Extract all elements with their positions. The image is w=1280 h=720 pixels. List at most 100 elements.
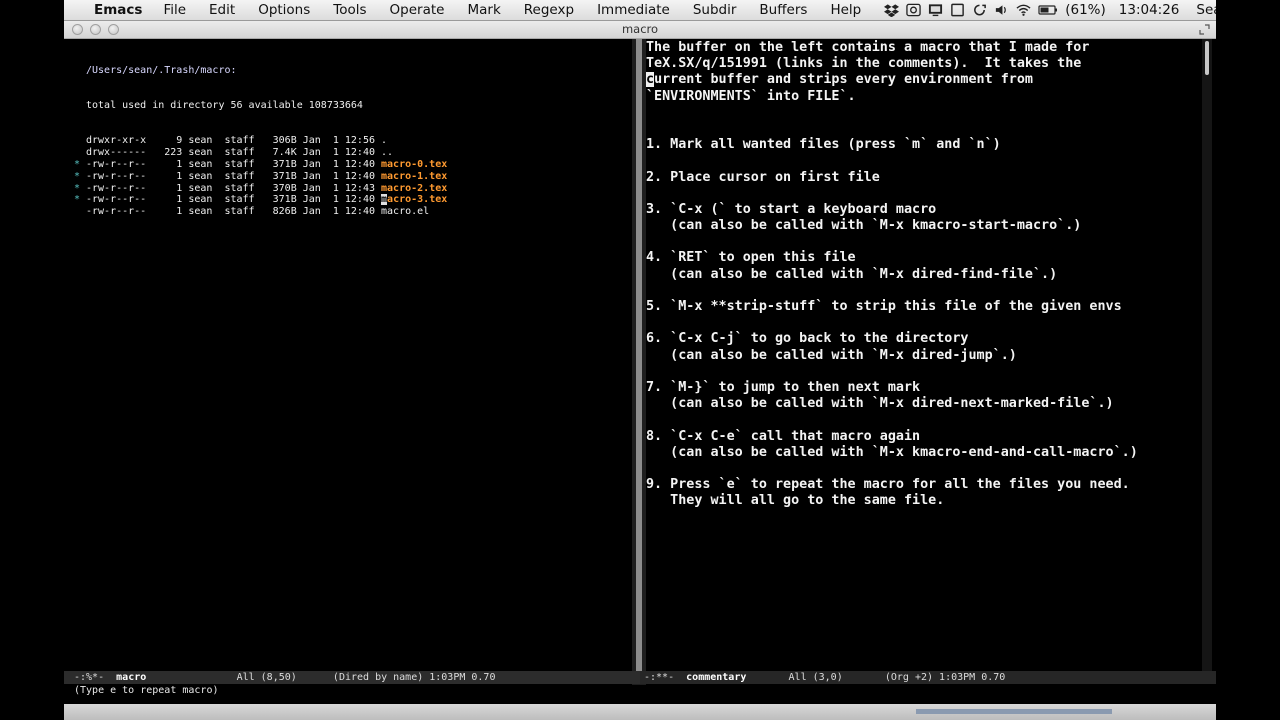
dired-pane[interactable]: /Users/sean/.Trash/macro: total used in … <box>64 39 640 671</box>
menu-regexp[interactable]: Regexp <box>524 2 574 18</box>
status-area: (61%) 13:04:26 Sean Allred <box>884 2 1216 18</box>
file-attributes: -rw-r--r-- 1 sean staff 826B Jan 1 12:40 <box>86 206 382 218</box>
file-name[interactable]: macro-2.tex <box>381 183 447 194</box>
menu-mark[interactable]: Mark <box>467 2 500 18</box>
menu-options[interactable]: Options <box>258 2 310 18</box>
menu-file[interactable]: File <box>163 2 186 18</box>
file-name[interactable]: macro.el <box>381 206 429 217</box>
battery-percentage: (61%) <box>1065 2 1106 18</box>
file-attributes: -rw-r--r-- 1 sean staff 371B Jan 1 12:40 <box>86 194 382 206</box>
dired-file-row[interactable]: * -rw-r--r-- 1 sean staff 370B Jan 1 12:4… <box>74 182 447 195</box>
commentary-line <box>646 412 1138 428</box>
dired-mode-line[interactable]: -:%*- macro All (8,50) (Dired by name) 1… <box>64 671 640 684</box>
menu-operate[interactable]: Operate <box>390 2 445 18</box>
menu-subdir[interactable]: Subdir <box>693 2 737 18</box>
commentary-line <box>646 186 1138 202</box>
mode-line-mode[interactable]: (Org +2) 1:03PM 0.70 <box>885 672 1005 683</box>
mode-line-mode[interactable]: (Dired by name) 1:03PM 0.70 <box>333 672 496 683</box>
scrollbar-thumb[interactable] <box>1205 41 1209 75</box>
commentary-line: 7. `M-}` to jump to then next mark <box>646 379 921 395</box>
dired-file-row[interactable]: * -rw-r--r-- 1 sean staff 371B Jan 1 12:4… <box>74 158 447 171</box>
mode-line-status: -:%*- <box>74 672 105 683</box>
file-name[interactable]: macro-3.tex <box>381 194 447 206</box>
menu-edit[interactable]: Edit <box>209 2 235 18</box>
window-title-bar[interactable]: macro <box>64 21 1216 39</box>
commentary-line <box>646 153 1138 169</box>
menu-immediate[interactable]: Immediate <box>597 2 670 18</box>
mark-indicator: * <box>74 170 81 182</box>
commentary-line: (can also be called with `M-x dired-jump… <box>646 347 1017 363</box>
dropbox-icon[interactable] <box>884 3 900 17</box>
file-attributes: -rw-r--r-- 1 sean staff 371B Jan 1 12:40 <box>86 170 382 182</box>
dired-header: /Users/sean/.Trash/macro: <box>86 64 237 76</box>
screen-recorder-icon[interactable] <box>906 3 921 17</box>
menu-bar: Emacs File Edit Options Tools Operate Ma… <box>64 0 1216 21</box>
commentary-line: current buffer and strips every environm… <box>646 72 1033 88</box>
dired-file-row[interactable]: * -rw-r--r-- 1 sean staff 371B Jan 1 12:4… <box>74 194 447 206</box>
right-letterbox <box>1216 0 1280 720</box>
menu-user-name[interactable]: Sean Allred <box>1196 2 1216 18</box>
commentary-mode-line[interactable]: -:**- commentary All (3,0) (Org +2) 1:03… <box>640 671 1216 684</box>
battery-icon[interactable] <box>1038 3 1058 17</box>
mark-indicator: * <box>74 182 81 194</box>
menu-tools[interactable]: Tools <box>333 2 366 18</box>
menu-clock[interactable]: 13:04:26 <box>1119 2 1180 18</box>
commentary-line: (can also be called with `M-x dired-find… <box>646 266 1058 282</box>
wifi-icon[interactable] <box>1016 3 1031 17</box>
minibuffer[interactable]: (Type e to repeat macro) <box>64 684 1216 698</box>
file-name[interactable]: macro-1.tex <box>381 171 447 182</box>
mode-line-buffer-name[interactable]: macro <box>116 672 146 683</box>
file-attributes: -rw-r--r-- 1 sean staff 370B Jan 1 12:43 <box>86 182 382 194</box>
file-attributes: drwxr-xr-x 9 sean staff 306B Jan 1 12:56 <box>86 135 382 147</box>
commentary-line: The buffer on the left contains a macro … <box>646 40 1090 55</box>
window-divider[interactable] <box>632 39 646 685</box>
text-cursor: c <box>646 72 655 88</box>
dired-file-row[interactable]: drwx------ 223 sean staff 7.4K Jan 1 12:… <box>86 147 447 159</box>
mode-line-buffer-name[interactable]: commentary <box>686 672 746 683</box>
commentary-line <box>646 315 1138 331</box>
commentary-scrollbar[interactable] <box>1202 39 1212 671</box>
commentary-line <box>646 121 1138 137</box>
commentary-line: 5. `M-x **strip-stuff` to strip this fil… <box>646 299 1122 314</box>
file-name[interactable]: . <box>381 135 387 146</box>
volume-icon[interactable] <box>994 3 1009 17</box>
file-attributes: drwx------ 223 sean staff 7.4K Jan 1 12:… <box>86 147 382 159</box>
commentary-line: TeX.SX/q/151991 (links in the comments).… <box>646 56 1082 72</box>
commentary-line: 4. `RET` to open this file <box>646 250 856 266</box>
file-attributes: -rw-r--r-- 1 sean staff 371B Jan 1 12:40 <box>86 158 382 170</box>
screen: Emacs File Edit Options Tools Operate Ma… <box>64 0 1216 720</box>
commentary-line: 6. `C-x C-j` to go back to the directory <box>646 331 969 347</box>
commentary-line: (can also be called with `M-x dired-next… <box>646 396 1114 412</box>
menu-app-emacs[interactable]: Emacs <box>94 2 142 18</box>
commentary-line: 9. Press `e` to repeat the macro for all… <box>646 477 1130 493</box>
dock-strip <box>64 704 1216 720</box>
commentary-line <box>646 105 1138 121</box>
mark-indicator: * <box>74 194 81 206</box>
dired-file-row[interactable]: drwxr-xr-x 9 sean staff 306B Jan 1 12:56… <box>86 135 447 147</box>
mode-line-status: -:**- <box>644 672 675 683</box>
sync-icon[interactable] <box>972 3 987 17</box>
mark-indicator: * <box>74 158 81 170</box>
commentary-text: The buffer on the left contains a macro … <box>646 40 1138 509</box>
commentary-pane[interactable]: The buffer on the left contains a macro … <box>646 39 1202 671</box>
commentary-line: 3. `C-x (` to start a keyboard macro <box>646 201 937 217</box>
dired-listing: /Users/sean/.Trash/macro: total used in … <box>74 41 447 242</box>
commentary-line: They will all go to the same file. <box>646 493 945 509</box>
commentary-line: `ENVIRONMENTS` into FILE`. <box>646 88 856 104</box>
file-name[interactable]: .. <box>381 147 393 158</box>
mode-line-position: All (3,0) <box>788 672 843 683</box>
commentary-line: 2. Place cursor on first file <box>646 169 880 185</box>
dired-file-row[interactable]: -rw-r--r-- 1 sean staff 826B Jan 1 12:40… <box>86 206 447 218</box>
left-letterbox <box>0 0 64 720</box>
display-icon[interactable] <box>928 3 943 17</box>
file-name[interactable]: macro-0.tex <box>381 159 447 170</box>
fullscreen-icon[interactable] <box>1199 24 1210 35</box>
menu-help[interactable]: Help <box>830 2 861 18</box>
commentary-line: (can also be called with `M-x kmacro-end… <box>646 444 1138 460</box>
menu-buffers[interactable]: Buffers <box>759 2 807 18</box>
square-icon[interactable] <box>950 3 965 17</box>
commentary-line <box>646 364 1138 380</box>
commentary-line <box>646 234 1138 250</box>
dired-file-row[interactable]: * -rw-r--r-- 1 sean staff 371B Jan 1 12:4… <box>74 170 447 183</box>
commentary-line <box>646 283 1138 299</box>
